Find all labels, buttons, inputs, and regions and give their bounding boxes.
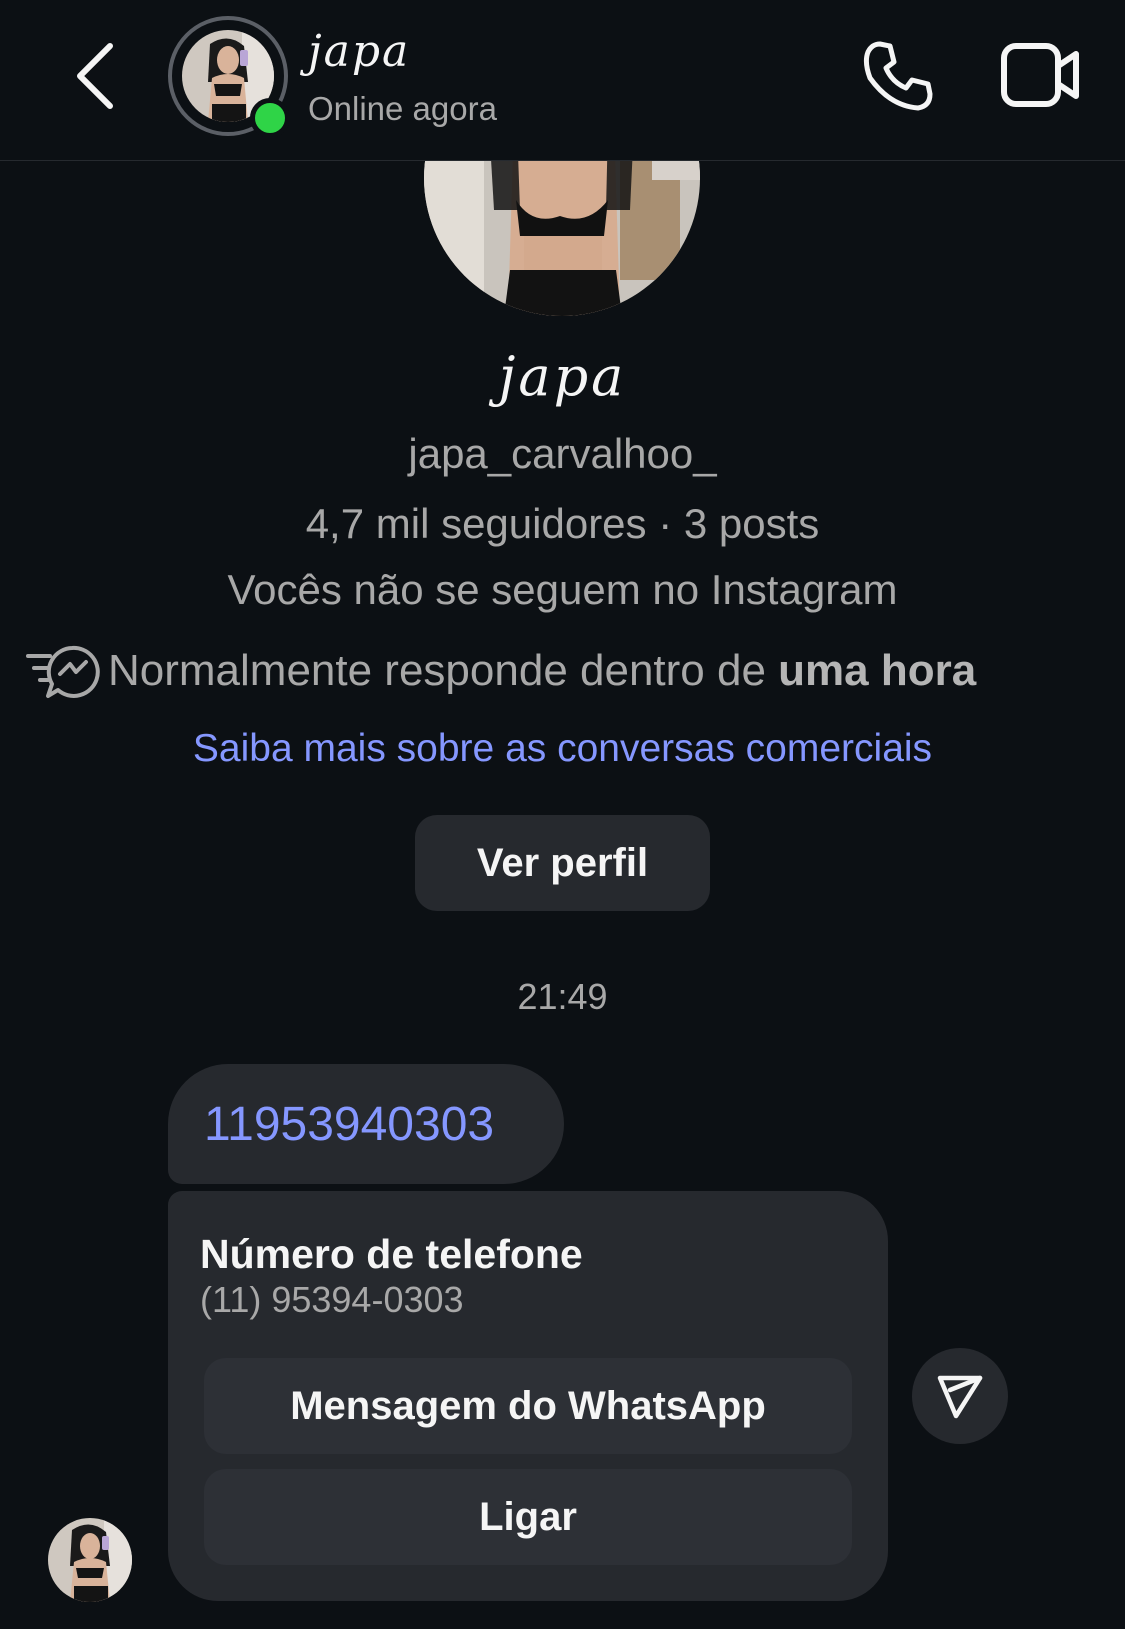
phone-card-number: (11) 95394-0303 — [200, 1279, 464, 1320]
follow-status: Vocês não se seguem no Instagram — [227, 566, 898, 613]
phone-icon — [863, 41, 933, 111]
phone-card-title: Número de telefone — [200, 1231, 583, 1277]
share-button[interactable] — [912, 1348, 1008, 1444]
fast-response-icon — [26, 645, 100, 698]
video-call-button[interactable] — [1000, 40, 1082, 110]
response-time-notice: Normalmente responde dentro de uma hora — [24, 640, 1124, 700]
phone-number-card: Número de telefone (11) 95394-0303 Mensa… — [168, 1191, 888, 1601]
chat-header: japa Online agora — [0, 0, 1125, 161]
response-prefix: Normalmente responde dentro de — [108, 646, 779, 695]
header-contact-name[interactable]: japa — [308, 26, 410, 77]
profile-username: japa_carvalhoo_ — [408, 430, 717, 477]
header-avatar[interactable] — [168, 16, 290, 138]
business-chats-link[interactable]: Saiba mais sobre as conversas comerciais — [0, 727, 1125, 771]
header-online-status: Online agora — [308, 90, 497, 127]
profile-display-name: japa — [498, 345, 627, 408]
send-icon — [937, 1375, 983, 1419]
video-camera-icon — [1001, 43, 1079, 107]
phone-number-link[interactable]: 11953940303 — [204, 1097, 494, 1152]
response-time: uma hora — [778, 646, 977, 695]
whatsapp-message-button[interactable]: Mensagem do WhatsApp — [204, 1358, 852, 1454]
profile-stats: 4,7 mil seguidores · 3 posts — [305, 500, 820, 547]
chevron-left-icon — [77, 43, 113, 109]
sender-avatar[interactable] — [48, 1518, 132, 1602]
message-bubble-phone-number[interactable]: 11953940303 — [168, 1064, 564, 1184]
online-status-dot — [250, 98, 290, 138]
view-profile-button[interactable]: Ver perfil — [415, 815, 710, 911]
back-button[interactable] — [70, 40, 126, 112]
call-number-button[interactable]: Ligar — [204, 1469, 852, 1565]
audio-call-button[interactable] — [860, 38, 936, 114]
message-timestamp: 21:49 — [517, 976, 608, 1017]
